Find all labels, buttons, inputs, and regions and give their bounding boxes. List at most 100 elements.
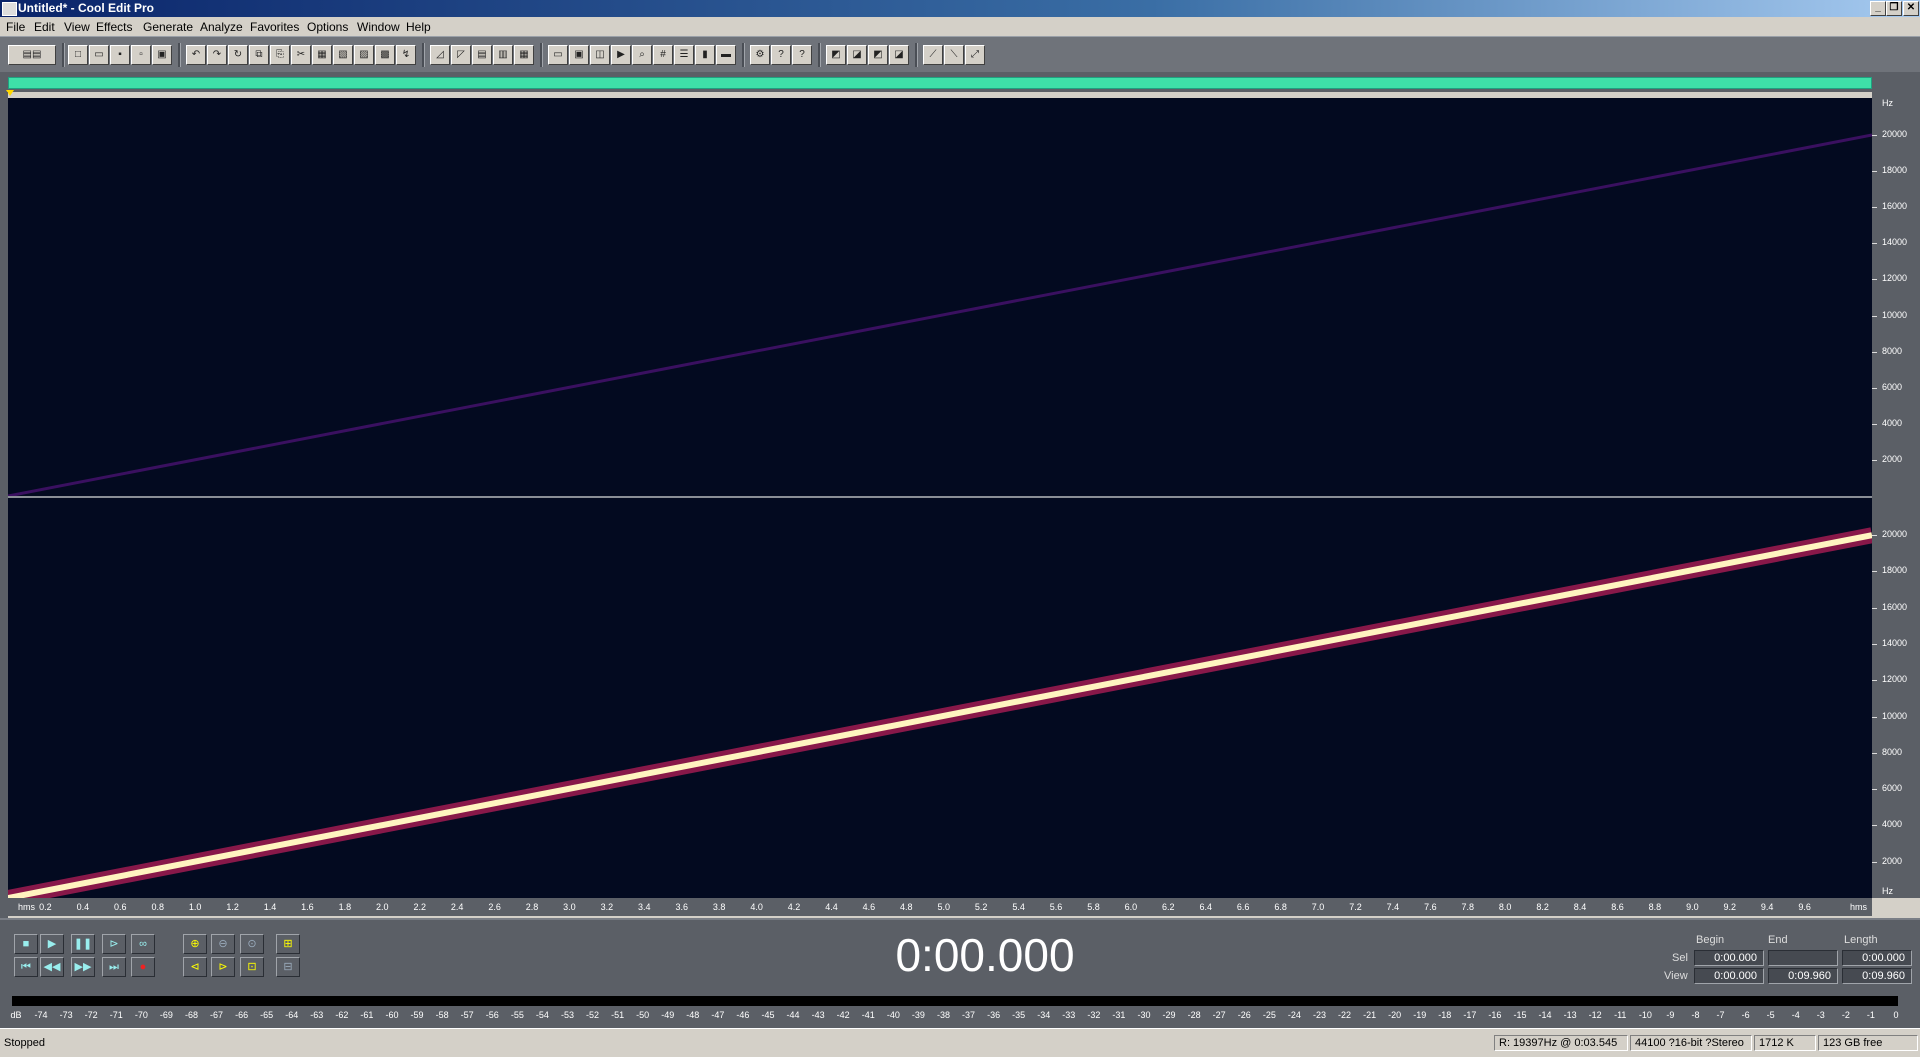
rewind-button[interactable]: ◀◀ (40, 957, 64, 977)
mix-paste-icon[interactable]: ▨ (354, 45, 374, 65)
effect-4-icon[interactable]: ◪ (889, 45, 909, 65)
sel-length-field[interactable]: 0:00.000 (1842, 950, 1912, 966)
meter-db-label: -52 (586, 1010, 600, 1020)
time-ruler-end-label: hms (1850, 902, 1868, 912)
waveform-view-icon[interactable]: ◿ (430, 45, 450, 65)
zoom-in-icon[interactable]: ⊕ (183, 934, 207, 954)
view-options-2-icon[interactable]: ▣ (569, 45, 589, 65)
zoom-region-icon[interactable]: ⌕ (632, 45, 652, 65)
zoom-selection-icon[interactable]: ⊡ (240, 957, 264, 977)
sel-end-field[interactable] (1768, 950, 1838, 966)
stop-button[interactable]: ■ (14, 934, 38, 954)
go-to-end-button[interactable]: ⏭ (102, 957, 126, 977)
freq-tick-label: 2000 (1882, 855, 1903, 866)
status-cursor-readout: R: 19397Hz @ 0:03.545 (1494, 1035, 1628, 1051)
menu-view[interactable]: View (64, 20, 90, 34)
grid-view-2-icon[interactable]: ▥ (493, 45, 513, 65)
close-file-icon[interactable]: ▣ (152, 45, 172, 65)
meter-db-label: -33 (1062, 1010, 1076, 1020)
trim-icon[interactable]: ▩ (375, 45, 395, 65)
analysis-1-icon[interactable]: ⟋ (923, 45, 943, 65)
view-options-1-icon[interactable]: ▭ (548, 45, 568, 65)
effect-3-icon[interactable]: ◩ (868, 45, 888, 65)
left-margin (0, 92, 8, 918)
cue-list-icon[interactable]: ☰ (674, 45, 694, 65)
spectral-channel-left[interactable] (8, 98, 1872, 496)
fast-forward-button[interactable]: ▶▶ (71, 957, 95, 977)
zoom-out-icon[interactable]: ⊖ (211, 934, 235, 954)
go-to-start-button[interactable]: ⏮ (14, 957, 38, 977)
time-ruler[interactable]: hms hms 0.2 0.4 0.6 0.8 1.0 1.2 1.4 1.6 1.8 2.0 2.… (8, 898, 1872, 916)
overview-bar[interactable] (0, 72, 1920, 96)
meter-db-label: -15 (1513, 1010, 1527, 1020)
overview-range[interactable] (8, 77, 1872, 89)
time-tick-label: 2.4 (450, 902, 464, 912)
minimize-button[interactable]: _ (1870, 1, 1886, 16)
paste-new-icon[interactable]: ▧ (333, 45, 353, 65)
app-icon[interactable] (2, 2, 17, 16)
meter-db-label: -71 (109, 1010, 123, 1020)
zoom-full-icon[interactable]: ⊙ (240, 934, 264, 954)
menu-file[interactable]: File (6, 20, 25, 34)
analysis-2-icon[interactable]: ⟍ (944, 45, 964, 65)
time-tick-label: 2.2 (413, 902, 426, 912)
grid-view-3-icon[interactable]: ▦ (514, 45, 534, 65)
spectral-view-icon[interactable]: ◸ (451, 45, 471, 65)
repeat-icon[interactable]: ↻ (228, 45, 248, 65)
meter-db-label: -67 (210, 1010, 224, 1020)
clip-icon[interactable]: ↯ (396, 45, 416, 65)
open-folder-icon[interactable]: ▭ (89, 45, 109, 65)
menu-effects[interactable]: Effects (96, 20, 132, 34)
length-header: Length (1844, 934, 1878, 946)
view-end-field[interactable]: 0:09.960 (1768, 968, 1838, 984)
menu-edit[interactable]: Edit (34, 20, 55, 34)
sel-begin-field[interactable]: 0:00.000 (1694, 950, 1764, 966)
play-button[interactable]: ▶ (40, 934, 64, 954)
bpm-icon[interactable]: # (653, 45, 673, 65)
pause-button[interactable]: ❚❚ (71, 934, 95, 954)
save-icon[interactable]: ▪ (110, 45, 130, 65)
menu-window[interactable]: Window (357, 20, 400, 34)
menu-options[interactable]: Options (307, 20, 348, 34)
zoom-left-icon[interactable]: ⊲ (183, 957, 207, 977)
multitrack-toggle-icon[interactable]: ▤▤ (8, 45, 56, 65)
view-length-field[interactable]: 0:09.960 (1842, 968, 1912, 984)
freq-tick (1872, 351, 1877, 353)
effect-1-icon[interactable]: ◩ (826, 45, 846, 65)
save-as-icon[interactable]: ▫ (131, 45, 151, 65)
meter-db-label: -66 (235, 1010, 249, 1020)
zoom-vertical-in-icon[interactable]: ⊞ (276, 934, 300, 954)
play-to-end-button[interactable]: ⊳ (102, 934, 126, 954)
menu-analyze[interactable]: Analyze (200, 20, 243, 34)
new-file-icon[interactable]: □ (68, 45, 88, 65)
blank-icon[interactable]: ▬ (716, 45, 736, 65)
zoom-right-icon[interactable]: ⊳ (211, 957, 235, 977)
record-button[interactable]: ● (131, 957, 155, 977)
zoom-vertical-out-icon[interactable]: ⊟ (276, 957, 300, 977)
view-begin-field[interactable]: 0:00.000 (1694, 968, 1764, 984)
menu-favorites[interactable]: Favorites (250, 20, 299, 34)
settings-icon[interactable]: ⚙ (750, 45, 770, 65)
begin-header: Begin (1696, 934, 1725, 946)
help-icon[interactable]: ? (792, 45, 812, 65)
restore-button[interactable]: ❐ (1886, 1, 1902, 16)
cut-icon[interactable]: ✂ (291, 45, 311, 65)
help-context-icon[interactable]: ? (771, 45, 791, 65)
meter-db-label: -22 (1338, 1010, 1352, 1020)
meter-icon[interactable]: ▮ (695, 45, 715, 65)
loop-button[interactable]: ∞ (131, 934, 155, 954)
spectral-channel-right[interactable] (8, 498, 1872, 898)
copy-icon[interactable]: ⎘ (270, 45, 290, 65)
view-options-3-icon[interactable]: ◫ (590, 45, 610, 65)
effect-2-icon[interactable]: ◪ (847, 45, 867, 65)
undo-icon[interactable]: ↶ (186, 45, 206, 65)
grid-view-icon[interactable]: ▤ (472, 45, 492, 65)
redo-icon[interactable]: ↷ (207, 45, 227, 65)
menu-generate[interactable]: Generate (143, 20, 193, 34)
menu-help[interactable]: Help (406, 20, 431, 34)
play-region-icon[interactable]: ▶ (611, 45, 631, 65)
copy-new-icon[interactable]: ⧉ (249, 45, 269, 65)
close-button[interactable]: ✕ (1903, 1, 1919, 16)
analysis-3-icon[interactable]: ⤢ (965, 45, 985, 65)
paste-icon[interactable]: ▦ (312, 45, 332, 65)
